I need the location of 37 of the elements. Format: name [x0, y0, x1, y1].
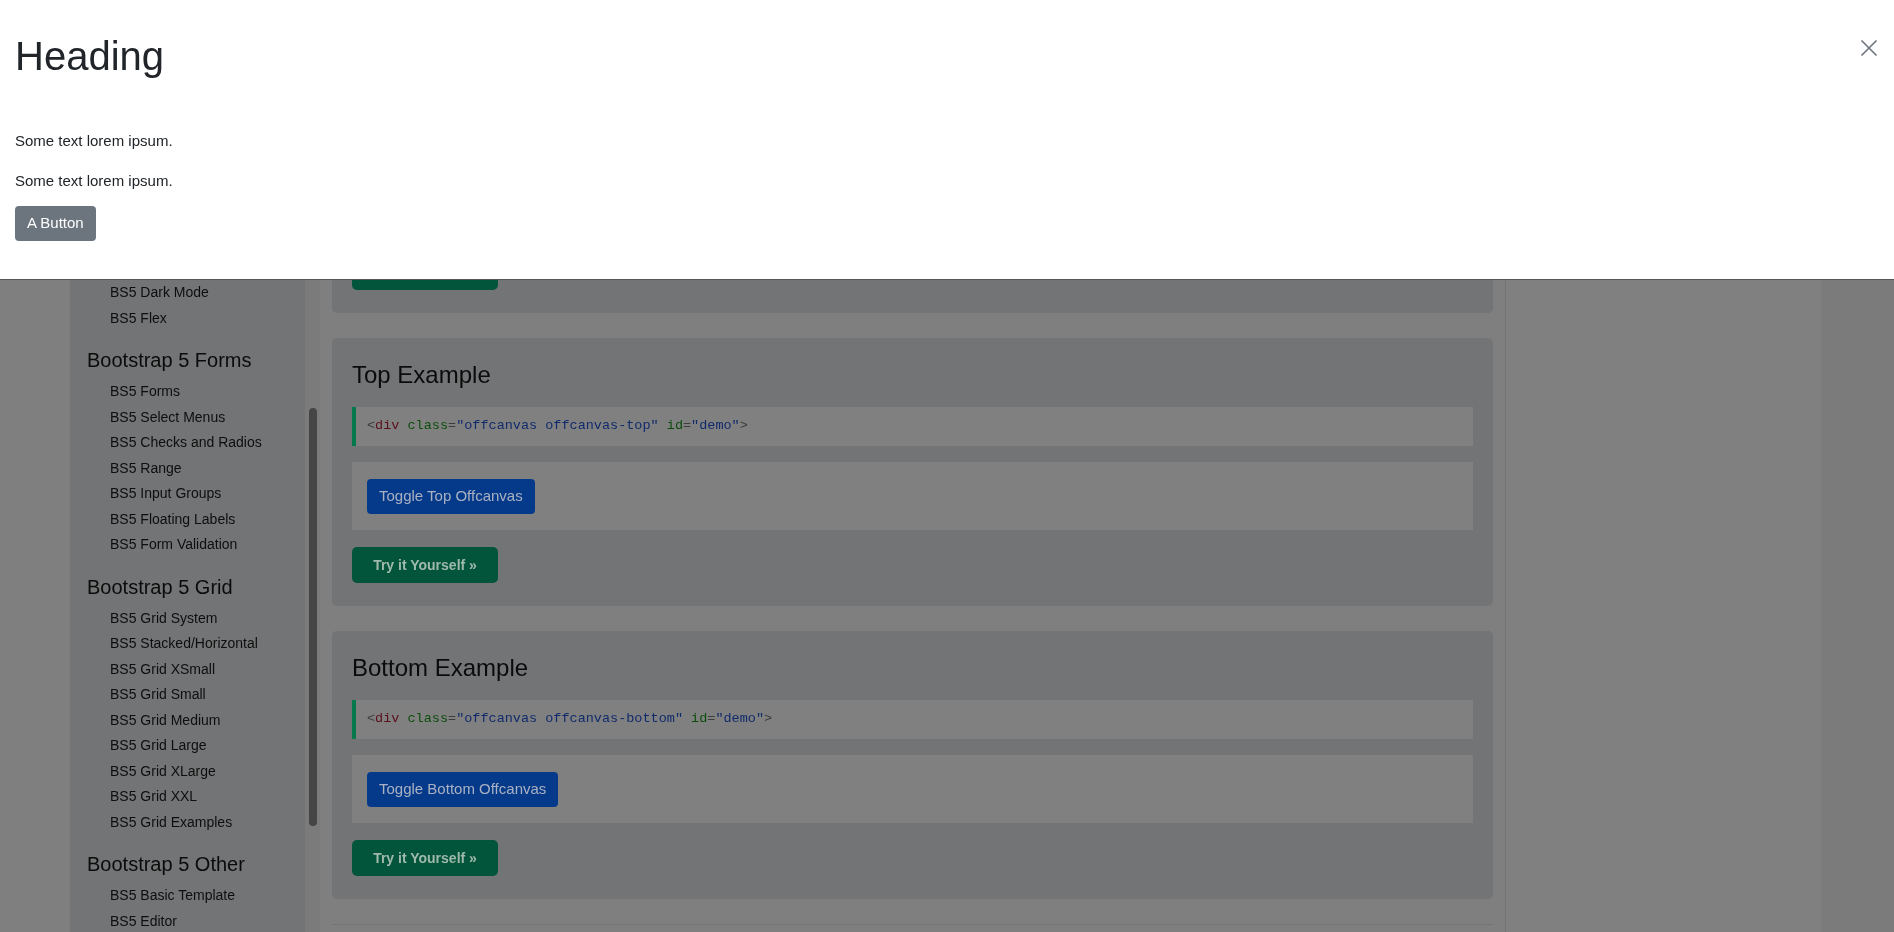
sidebar-section-heading: Bootstrap 5 Forms: [87, 348, 252, 373]
offcanvas-text: Some text lorem ipsum.: [15, 132, 174, 150]
scrollbar-thumb[interactable]: [308, 408, 317, 826]
sidebar-link[interactable]: BS5 Editor: [110, 908, 177, 932]
sidebar-link[interactable]: BS5 Input Groups: [110, 481, 222, 507]
try-it-button[interactable]: Try it Yourself »: [352, 547, 498, 583]
example-heading: Bottom Example: [352, 653, 529, 683]
sidebar-link[interactable]: BS5 Grid Large: [110, 733, 207, 759]
sidebar-link[interactable]: BS5 Grid XXL: [110, 784, 198, 810]
sidebar-section-heading: Bootstrap 5 Other: [87, 852, 245, 877]
sidebar-link[interactable]: BS5 Grid Medium: [110, 707, 221, 733]
sidebar-link[interactable]: BS5 Grid XSmall: [110, 656, 216, 682]
example-heading: Top Example: [352, 360, 491, 390]
sidebar-link[interactable]: BS5 Basic Template: [110, 883, 236, 909]
sidebar-link[interactable]: BS5 Grid Small: [110, 682, 206, 708]
sidebar-link[interactable]: BS5 Stacked/Horizontal: [110, 631, 258, 657]
offcanvas-heading: Heading: [15, 33, 164, 80]
offcanvas-text: Some text lorem ipsum.: [15, 172, 174, 190]
try-it-button[interactable]: Try it Yourself »: [352, 840, 498, 876]
sidebar-link[interactable]: BS5 Form Validation: [110, 532, 238, 558]
sidebar-link[interactable]: BS5 Select Menus: [110, 404, 226, 430]
sidebar-link[interactable]: BS5 Flex: [110, 305, 167, 331]
sidebar-link[interactable]: BS5 Grid XLarge: [110, 758, 216, 784]
close-icon[interactable]: [1859, 38, 1879, 58]
sidebar-link[interactable]: BS5 Dark Mode: [110, 280, 209, 306]
offcanvas-button[interactable]: A Button: [15, 206, 96, 241]
sidebar-link[interactable]: BS5 Grid System: [110, 605, 218, 631]
sidebar-link[interactable]: BS5 Range: [110, 455, 182, 481]
toggle-button[interactable]: Toggle Bottom Offcanvas: [367, 771, 559, 807]
code-line: <div class="offcanvas offcanvas-bottom" id="demo">: [367, 710, 773, 729]
toggle-button[interactable]: Toggle Top Offcanvas: [367, 478, 535, 514]
sidebar-link[interactable]: BS5 Grid Examples: [110, 809, 233, 835]
sidebar-link[interactable]: BS5 Checks and Radios: [110, 430, 262, 456]
sidebar-link[interactable]: BS5 Forms: [110, 379, 180, 405]
code-line: <div class="offcanvas offcanvas-top" id="demo">: [367, 417, 748, 436]
sidebar-link[interactable]: BS5 Floating Labels: [110, 506, 236, 532]
sidebar-section-heading: Bootstrap 5 Grid: [87, 574, 233, 600]
